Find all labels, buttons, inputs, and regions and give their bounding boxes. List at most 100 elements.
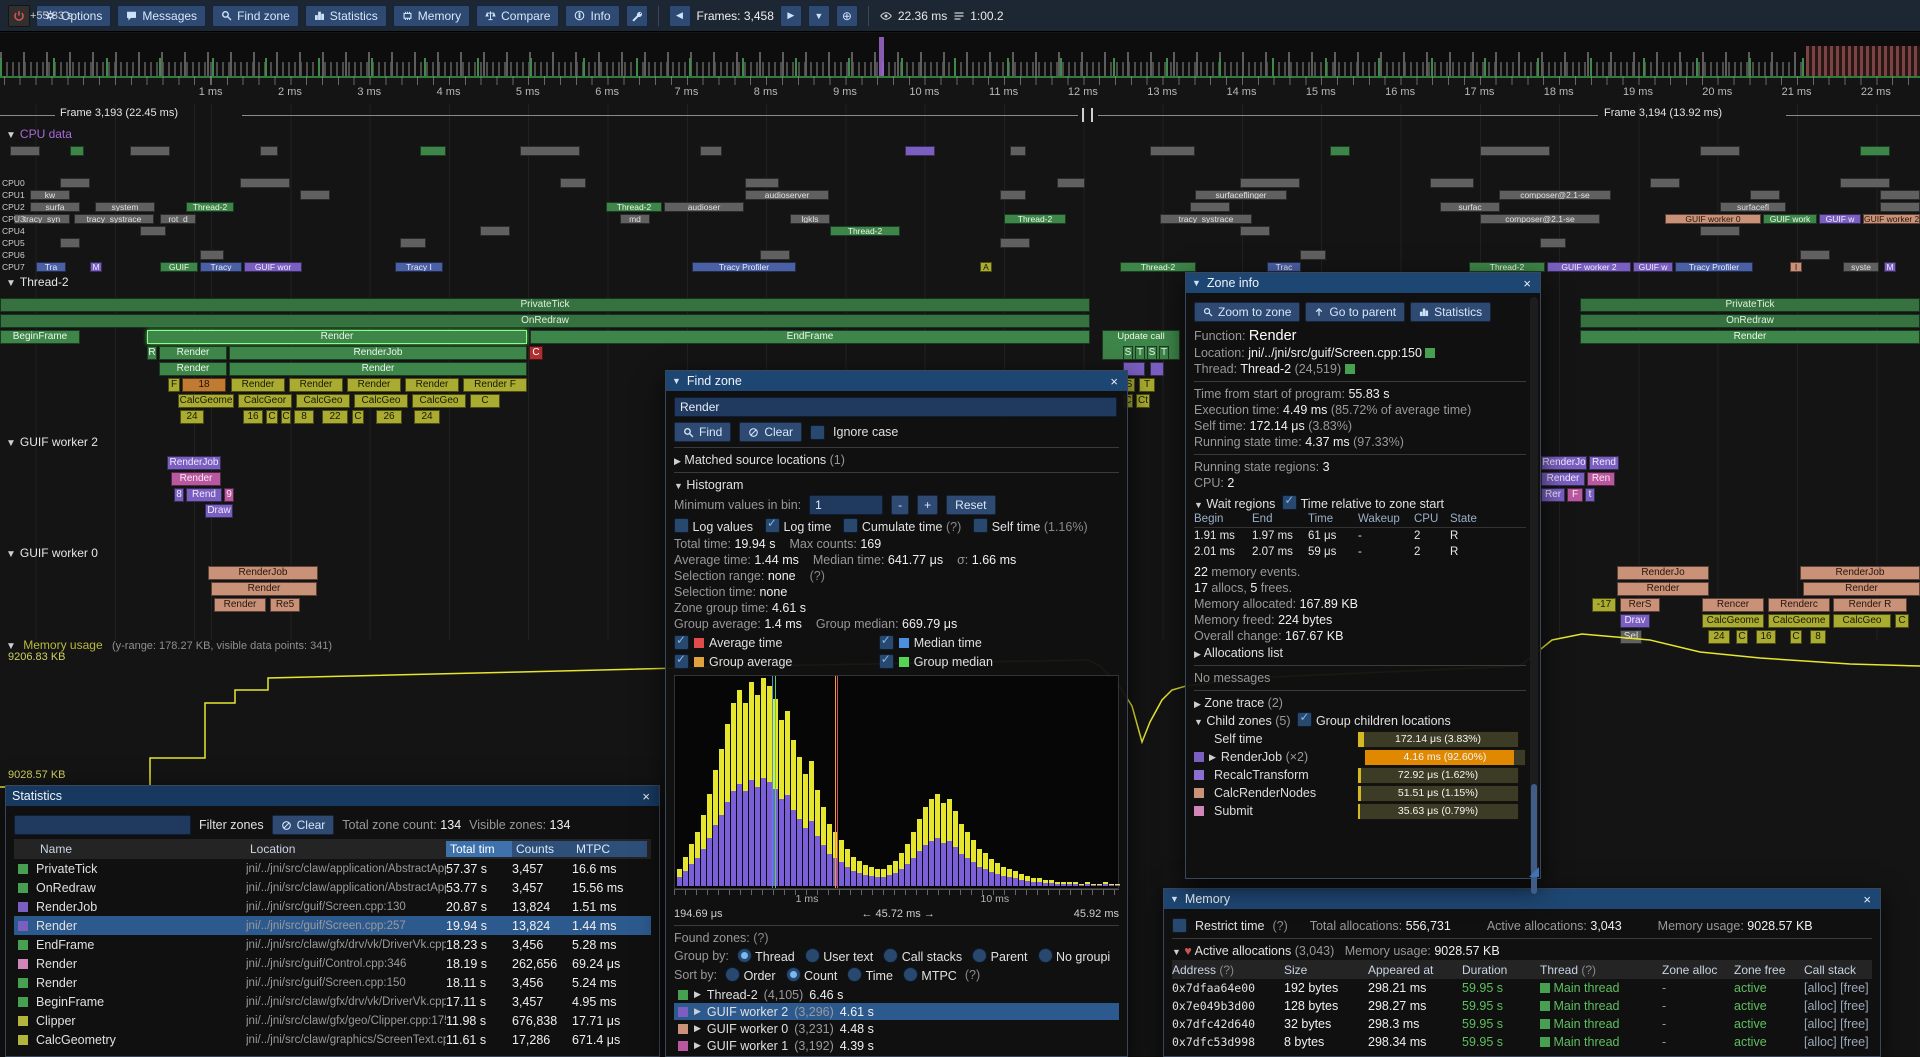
histogram-bar[interactable] [713,770,718,886]
zone-bar[interactable]: C [266,410,278,424]
statistics-button[interactable]: Statistics [1410,302,1491,322]
memory-titlebar[interactable]: ▼ Memory × [1164,889,1880,909]
zone-bar[interactable]: C [281,410,291,424]
cpu-zone-bar[interactable] [140,226,166,236]
histogram-bar[interactable] [1037,878,1042,886]
cpu-zone-bar[interactable] [1860,146,1890,156]
zone-bar[interactable]: OnRedraw [0,314,1090,328]
child-zone-row[interactable]: RecalcTransform 72.92 μs (1.62%) [1194,766,1526,784]
cpu-zone-bar[interactable] [1150,146,1195,156]
cpu-data-header[interactable]: ▼CPU data [6,127,72,141]
zone-bar[interactable]: CalcGeome [178,394,234,408]
histogram-bar[interactable] [959,824,964,886]
zone-bar[interactable]: Render F [463,378,527,392]
cpu-zone-bar[interactable] [480,226,510,236]
zone-bar[interactable]: RenderJob [1800,566,1920,580]
zone-bar[interactable]: Render [1803,582,1920,596]
histogram-bar[interactable] [989,859,994,886]
legend-checkbox[interactable]: ✓ [674,635,689,650]
cpu-zone-bar[interactable] [70,146,84,156]
allocation-column-header[interactable]: Thread (?) [1540,963,1662,977]
wait-column-header[interactable]: Begin [1194,513,1252,525]
histogram-bar[interactable] [743,703,748,886]
zone-bar[interactable]: Render [214,598,266,612]
option-checkbox[interactable]: ✓ [843,518,858,533]
cpu-zone-bar[interactable]: Tra [36,262,66,272]
zone-bar[interactable]: F [168,378,180,392]
zone-bar[interactable]: C [1895,614,1909,628]
zone-bar[interactable]: Render [1541,472,1585,486]
zoom-to-zone-button[interactable]: Zoom to zone [1194,302,1300,322]
histogram-bar[interactable] [1013,871,1018,886]
sort-by-radio[interactable] [847,967,862,982]
zone-bar[interactable]: Render [171,472,221,486]
zone-bar[interactable]: 24 [1708,630,1730,644]
statistics-row[interactable]: Render jni/../jni/src/guif/Screen.cpp:25… [14,916,651,935]
zone-group-row[interactable]: ▶ Thread-2 (4,105) 6.46 s [674,986,1119,1003]
current-frame-marker[interactable] [879,37,884,76]
histogram-bar[interactable] [677,869,682,886]
cpu-zone-bar[interactable]: composer@2.1-se [1480,214,1600,224]
collapse-icon[interactable]: ▼ [1194,500,1203,510]
cpu-zone-bar[interactable] [300,190,330,200]
min-bin-increase-button[interactable]: + [917,495,938,515]
cpu-zone-bar[interactable]: Thread-2 [830,226,900,236]
cpu-zone-bar[interactable] [1240,178,1300,188]
collapse-icon[interactable]: ▼ [1192,278,1201,288]
statistics-row[interactable]: Render jni/../jni/src/guif/Screen.cpp:15… [14,973,651,992]
group-children-checkbox[interactable]: ✓ [1297,712,1312,727]
column-header-counts[interactable]: Counts [512,841,572,857]
zone-bar[interactable]: Drav [1620,614,1650,628]
cpu-zone-bar[interactable] [1540,238,1566,248]
cpu-zone-bar[interactable]: surfacefl [1720,202,1786,212]
cpu-zone-bar[interactable]: GUIF worker 0 [1665,214,1761,224]
cpu-zone-bar[interactable]: GUIF [160,262,198,272]
zone-bar[interactable]: RenderJo [1617,566,1709,580]
time-relative-checkbox[interactable]: ✓ [1282,495,1297,510]
allocation-column-header[interactable]: Zone free [1734,963,1804,977]
zone-bar[interactable]: Render [159,346,227,360]
cpu-zone-bar[interactable] [560,178,586,188]
ignore-case-checkbox[interactable]: ✓ [810,425,825,440]
zone-bar[interactable]: Re5 [270,598,300,612]
frames-overview-strip[interactable] [0,33,1920,78]
histogram-bar[interactable] [791,740,796,886]
zone-bar[interactable]: R [147,346,157,360]
cpu-zone-bar[interactable] [1430,178,1474,188]
prev-frame-button[interactable]: ◀ [669,5,691,27]
zone-bar[interactable]: C [352,410,364,424]
histogram-bar[interactable] [1103,882,1108,886]
wait-column-header[interactable]: CPU [1414,513,1450,525]
find-zone-search-input[interactable] [674,397,1117,417]
cpu-zone-bar[interactable] [1880,190,1920,200]
zone-bar[interactable]: CalcGeor [238,394,292,408]
cpu-zone-bar[interactable] [1010,146,1026,156]
wait-column-header[interactable]: State [1450,513,1490,525]
histogram-bar[interactable] [851,857,856,886]
legend-checkbox[interactable]: ✓ [879,635,894,650]
cpu-zone-bar[interactable]: A [980,262,992,272]
zone-bar[interactable]: EndFrame [530,330,1090,344]
histogram-bar[interactable] [785,711,790,886]
histogram-section-header[interactable]: ▼ Histogram [674,478,1119,492]
zone-bar[interactable]: 9 [224,488,234,502]
zone-trace-header[interactable]: ▶ Zone trace (2) [1194,696,1526,710]
statistics-row[interactable]: CalcGeometry jni/../jni/src/claw/graphic… [14,1030,651,1049]
find-zone-button[interactable]: Find zone [212,5,299,27]
zone-bar[interactable]: Render R [1833,598,1907,612]
cpu-zone-bar[interactable] [1880,202,1920,212]
allocation-address[interactable]: 0x7e049b3d00 [1172,999,1284,1013]
histogram-bar[interactable] [1115,884,1120,886]
zone-bar[interactable]: 26 [376,410,402,424]
histogram-bar[interactable] [941,803,946,886]
cpu-zone-bar[interactable] [700,146,722,156]
histogram-bar[interactable] [1031,878,1036,886]
compare-button[interactable]: Compare [476,5,559,27]
zone-bar[interactable]: CalcGeome [1702,614,1764,628]
statistics-button[interactable]: Statistics [305,5,387,27]
call-stack-links[interactable]: [alloc] [free] [1804,1017,1872,1031]
group-by-radio[interactable] [737,948,752,963]
cpu-zone-bar[interactable]: surfac [1440,202,1500,212]
cpu-zone-bar[interactable]: Thread-2 [186,202,234,212]
allocation-column-header[interactable]: Zone alloc [1662,963,1734,977]
